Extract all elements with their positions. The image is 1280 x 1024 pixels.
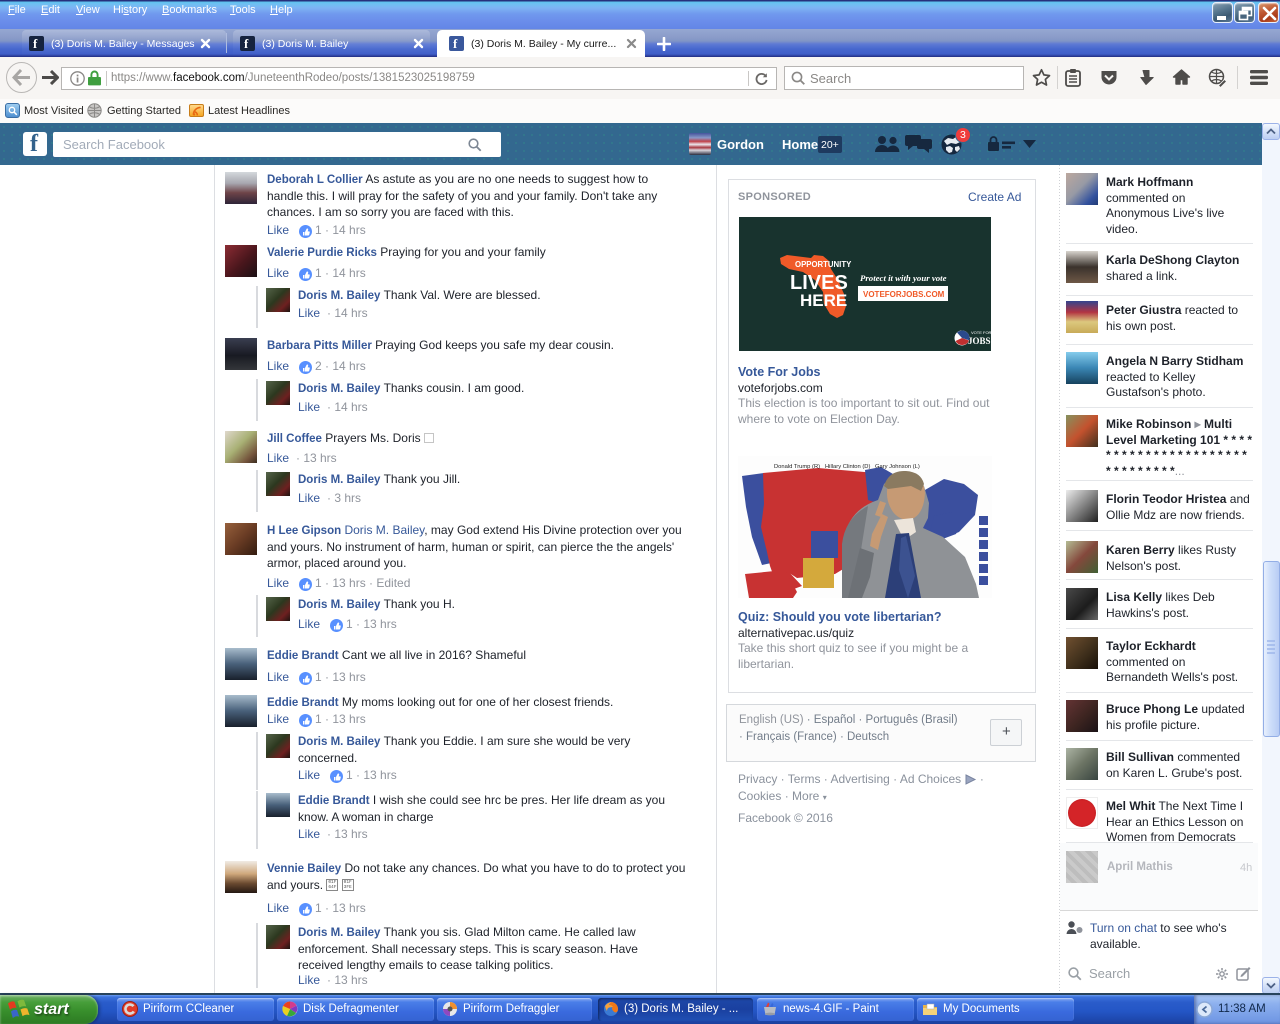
svg-text:JOBS: JOBS	[968, 336, 991, 346]
svg-text:Donald Trump (R): Donald Trump (R)	[774, 464, 820, 470]
svg-text:Gary Johnson (L): Gary Johnson (L)	[875, 464, 920, 470]
svg-text:OPPORTUNITY: OPPORTUNITY	[795, 260, 852, 269]
svg-text:HERE: HERE	[800, 291, 847, 310]
svg-text:VOTEFORJOBS.COM: VOTEFORJOBS.COM	[863, 290, 945, 299]
svg-text:Protect it with your vote: Protect it with your vote	[860, 273, 947, 283]
svg-text:VOTE FOR: VOTE FOR	[971, 330, 991, 335]
svg-text:Hillary Clinton (D): Hillary Clinton (D)	[825, 464, 870, 470]
